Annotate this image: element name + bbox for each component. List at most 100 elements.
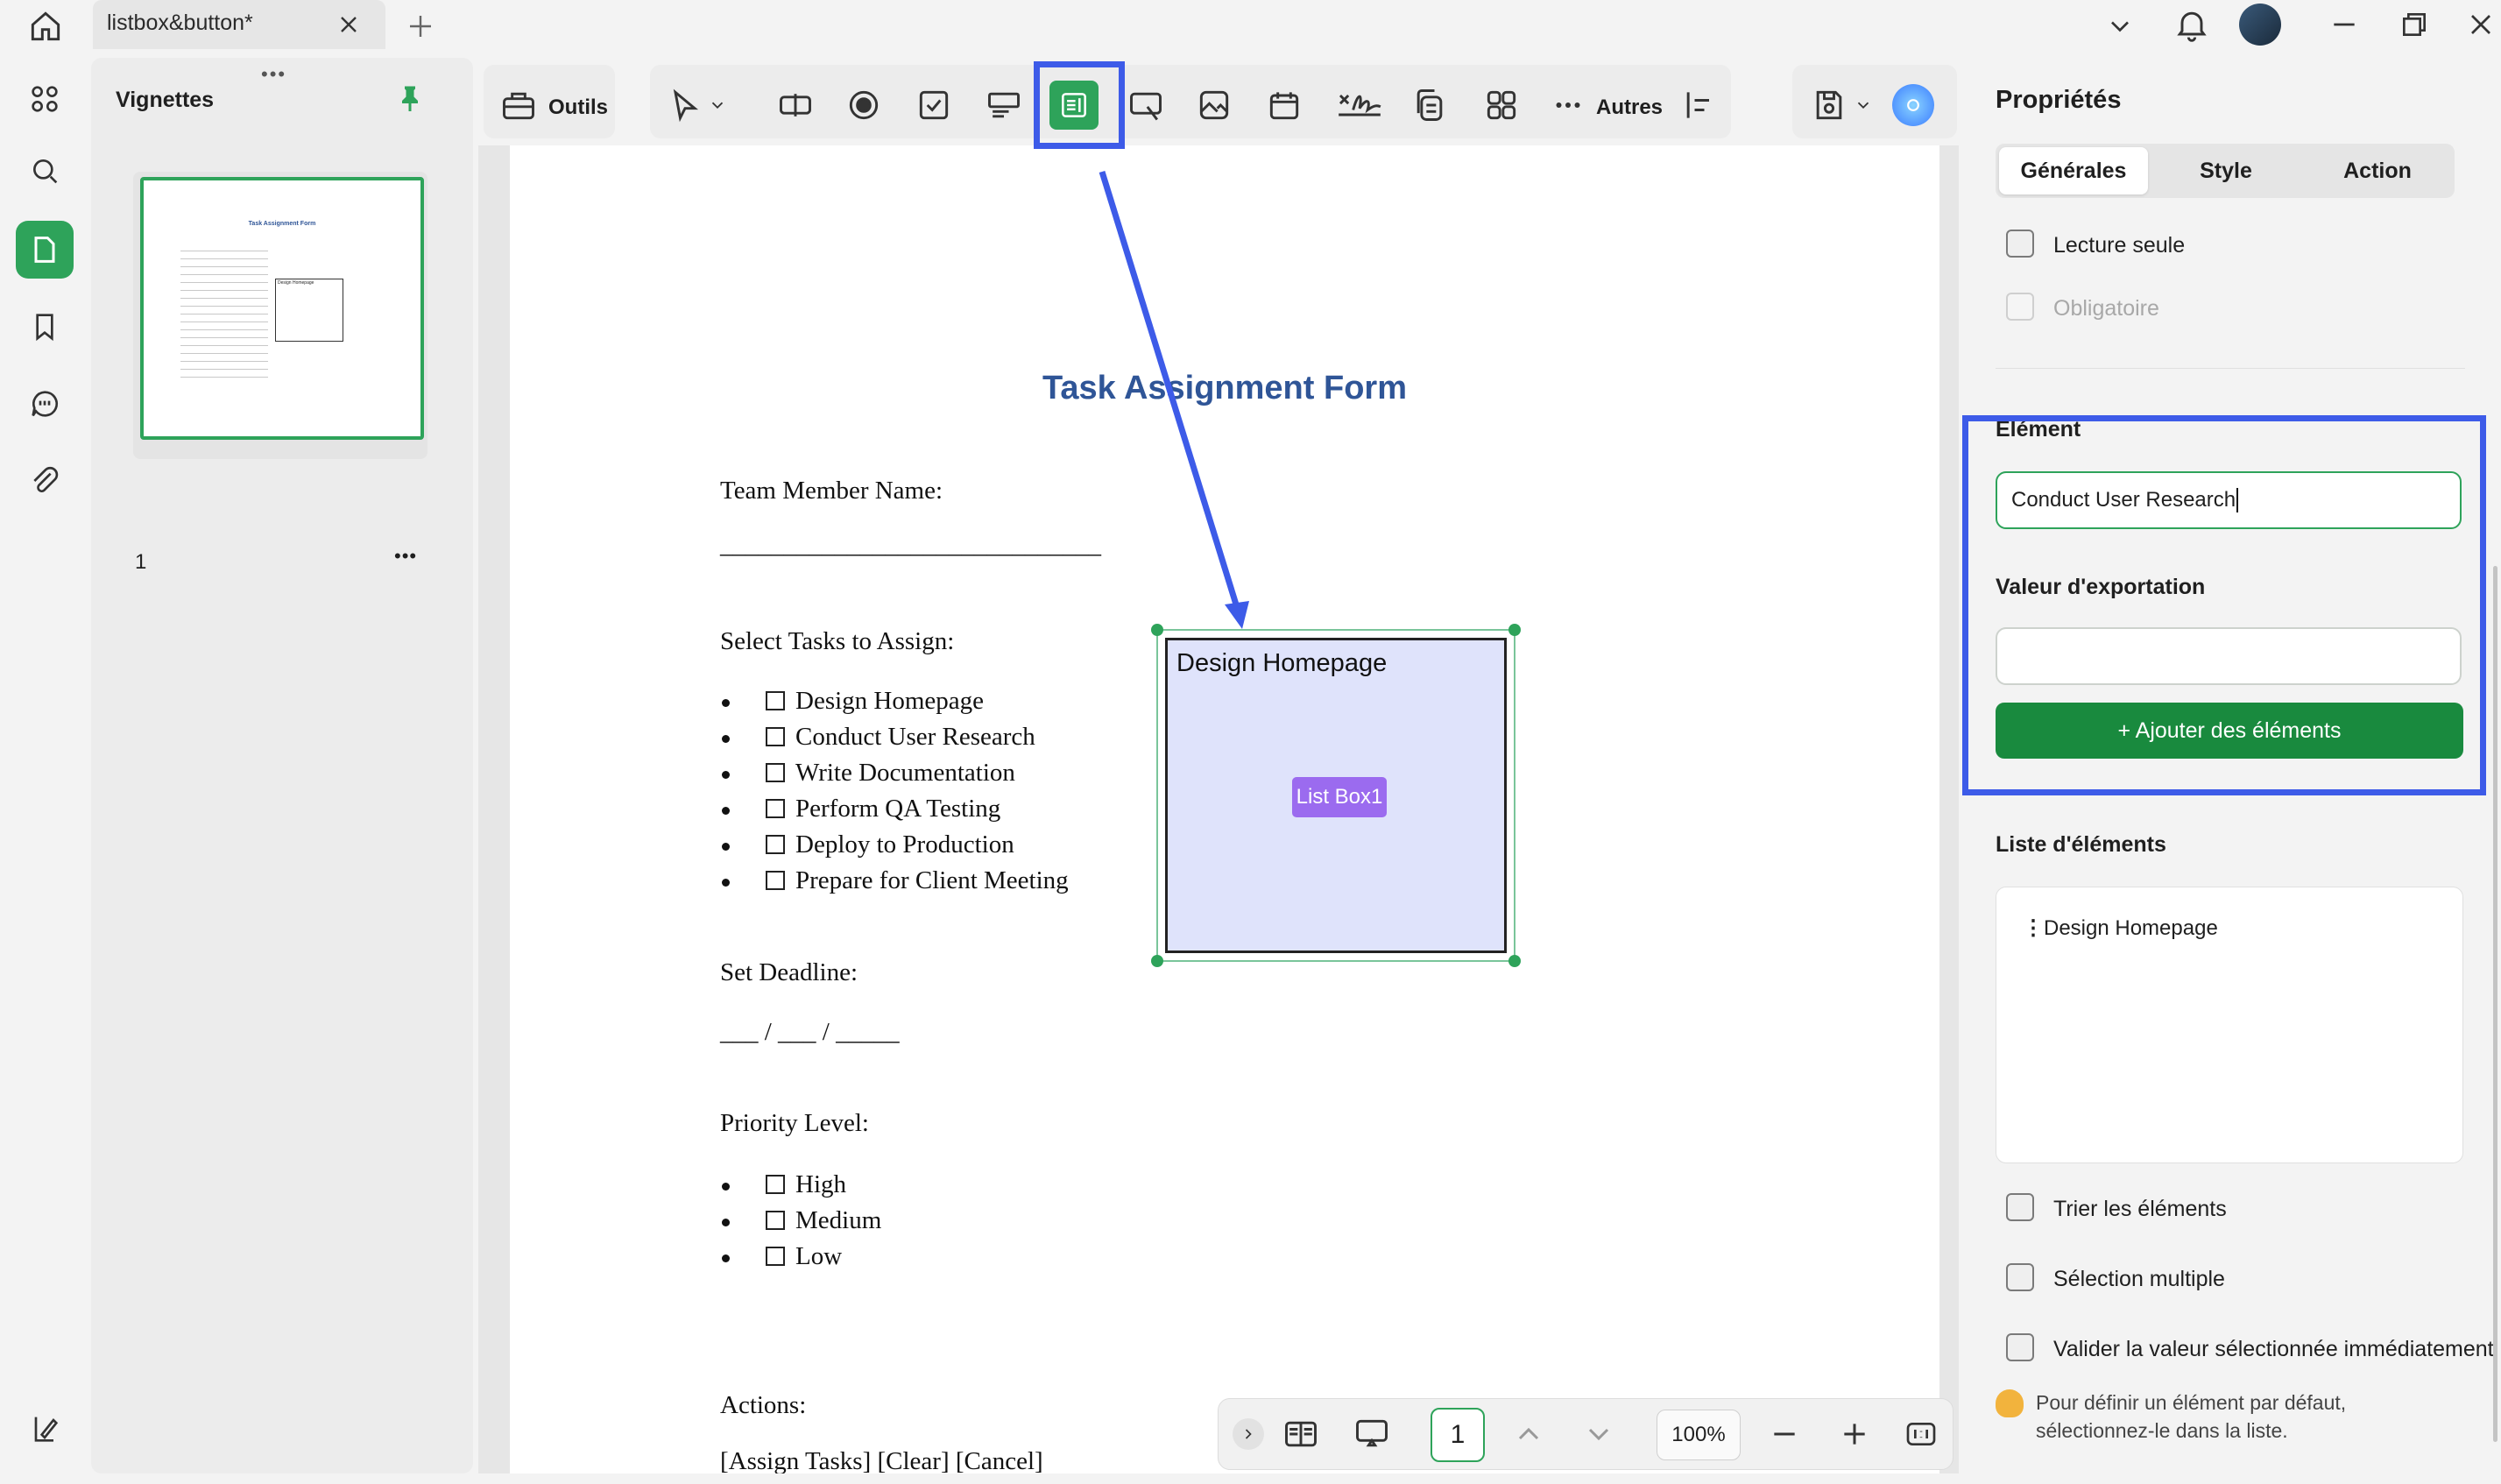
resize-handle[interactable]	[1508, 955, 1521, 967]
tools-label[interactable]: Outils	[548, 95, 608, 120]
checkbox-glyph	[766, 799, 785, 818]
grid-view-icon[interactable]	[16, 70, 74, 128]
text-field-icon[interactable]	[776, 86, 815, 124]
priority-option: Medium	[795, 1206, 882, 1234]
document-title: Task Assignment Form	[1042, 370, 1407, 406]
attachment-icon[interactable]	[16, 452, 74, 510]
more-label[interactable]: Autres	[1596, 95, 1663, 120]
resize-handle[interactable]	[1151, 624, 1163, 636]
panel-drag-handle[interactable]: •••	[261, 63, 286, 86]
comment-icon[interactable]	[16, 375, 74, 433]
properties-panel: Propriétés Générales Style Action Lectur…	[1962, 58, 2501, 1484]
bullet	[722, 1254, 730, 1262]
bell-icon[interactable]	[2172, 5, 2211, 44]
tools-group: Outils	[484, 65, 615, 138]
chevron-down-icon[interactable]	[2104, 11, 2136, 42]
chevron-down-icon[interactable]	[1854, 86, 1873, 124]
document-page: Task Assignment Form Team Member Name: _…	[510, 145, 1939, 1473]
tab-title: listbox&button*	[107, 11, 253, 35]
app-logo-icon[interactable]	[16, 1400, 74, 1458]
deadline-blank: ___ / ___ / _____	[720, 1018, 900, 1046]
page-layout-icon[interactable]	[1282, 1415, 1320, 1453]
bullet	[722, 807, 730, 815]
save-icon[interactable]	[1810, 86, 1848, 124]
priority-item: Low	[766, 1242, 842, 1271]
thumbnail-more-icon[interactable]: •••	[394, 545, 417, 568]
divider	[1996, 368, 2465, 369]
zoom-level[interactable]: 100%	[1657, 1410, 1741, 1460]
task-label: Conduct User Research	[795, 723, 1035, 751]
align-left-icon[interactable]	[1680, 86, 1719, 124]
checkbox-icon[interactable]	[915, 86, 953, 124]
avatar[interactable]	[2239, 4, 2281, 46]
scrollbar[interactable]	[2493, 566, 2497, 1442]
resize-handle[interactable]	[1508, 624, 1521, 636]
zoom-in-icon[interactable]	[1837, 1417, 1872, 1452]
minimize-icon[interactable]	[2327, 7, 2362, 42]
commit-immediately-label: Valider la valeur sélectionnée immédiate…	[2053, 1337, 2494, 1361]
read-only-checkbox[interactable]	[2006, 230, 2034, 258]
tab-general[interactable]: Générales	[1999, 147, 2148, 194]
tab-style[interactable]: Style	[2151, 147, 2300, 194]
list-item-label: Design Homepage	[2044, 916, 2218, 940]
priority-option: Low	[795, 1242, 843, 1270]
presentation-icon[interactable]	[1352, 1415, 1392, 1453]
tab-action[interactable]: Action	[2304, 147, 2451, 194]
select-cursor-icon[interactable]	[666, 86, 704, 124]
bullet	[722, 771, 730, 779]
signature-field-icon[interactable]	[1335, 86, 1384, 124]
item-list[interactable]: ⋮Design Homepage	[1996, 887, 2463, 1163]
listbox-field[interactable]: Design Homepage List Box1	[1165, 638, 1507, 953]
restore-icon[interactable]	[2397, 7, 2432, 42]
zoom-out-icon[interactable]	[1767, 1417, 1802, 1452]
page-number-box[interactable]: 1	[1431, 1408, 1485, 1462]
more-dots-icon[interactable]	[1552, 86, 1584, 124]
deadline-label: Set Deadline:	[720, 958, 858, 986]
multi-select-checkbox[interactable]	[2006, 1263, 2034, 1291]
required-checkbox[interactable]	[2006, 293, 2034, 321]
list-item[interactable]: ⋮Design Homepage	[2023, 915, 2218, 941]
previous-page-icon[interactable]	[1511, 1417, 1546, 1452]
priority-label: Priority Level:	[720, 1109, 869, 1137]
search-icon[interactable]	[16, 142, 74, 200]
listbox-item[interactable]: Design Homepage	[1176, 649, 1387, 678]
document-tab[interactable]: listbox&button*	[93, 0, 385, 49]
properties-tabs: Générales Style Action	[1996, 144, 2455, 198]
task-item: Prepare for Client Meeting	[766, 866, 1069, 895]
checkbox-glyph	[766, 871, 785, 890]
grid-icon[interactable]	[1482, 86, 1521, 124]
item-list-label: Liste d'éléments	[1996, 832, 2166, 857]
bookmark-icon[interactable]	[16, 298, 74, 356]
duplicate-icon[interactable]	[1410, 86, 1449, 124]
chevron-down-icon[interactable]	[708, 86, 727, 124]
commit-immediately-checkbox[interactable]	[2006, 1333, 2034, 1361]
sort-items-label: Trier les éléments	[2053, 1197, 2227, 1221]
document-area: Task Assignment Form Team Member Name: _…	[478, 145, 1959, 1473]
pin-icon[interactable]	[394, 82, 426, 114]
image-field-icon[interactable]	[1195, 86, 1233, 124]
home-icon[interactable]	[26, 7, 65, 46]
actions-label: Actions:	[720, 1391, 807, 1419]
actions-line: [Assign Tasks] [Clear] [Cancel]	[720, 1447, 1043, 1473]
checkbox-glyph	[766, 1175, 785, 1194]
expand-chevron-icon[interactable]	[1233, 1418, 1264, 1450]
close-window-icon[interactable]	[2463, 7, 2498, 42]
title-bar: listbox&button*	[0, 0, 2501, 54]
close-tab-icon[interactable]	[335, 11, 363, 39]
toolbox-icon[interactable]	[499, 86, 538, 124]
combo-box-icon[interactable]	[985, 86, 1023, 124]
page-thumbnail[interactable]: Task Assignment Form Design Homepage	[133, 172, 427, 459]
actual-size-icon[interactable]	[1904, 1417, 1939, 1452]
ai-assistant-icon[interactable]	[1892, 84, 1934, 126]
thumbnails-icon[interactable]	[16, 221, 74, 279]
drag-handle-icon[interactable]: ⋮	[2023, 915, 2044, 941]
resize-handle[interactable]	[1151, 955, 1163, 967]
button-field-icon[interactable]	[1127, 86, 1165, 124]
sort-items-checkbox[interactable]	[2006, 1193, 2034, 1221]
thumbnail-panel: ••• Vignettes Task Assignment Form Desig…	[91, 58, 473, 1473]
left-rail	[0, 58, 91, 1484]
next-page-icon[interactable]	[1581, 1417, 1616, 1452]
new-tab-icon[interactable]	[405, 11, 436, 42]
radio-button-icon[interactable]	[844, 86, 883, 124]
date-field-icon[interactable]	[1265, 86, 1303, 124]
